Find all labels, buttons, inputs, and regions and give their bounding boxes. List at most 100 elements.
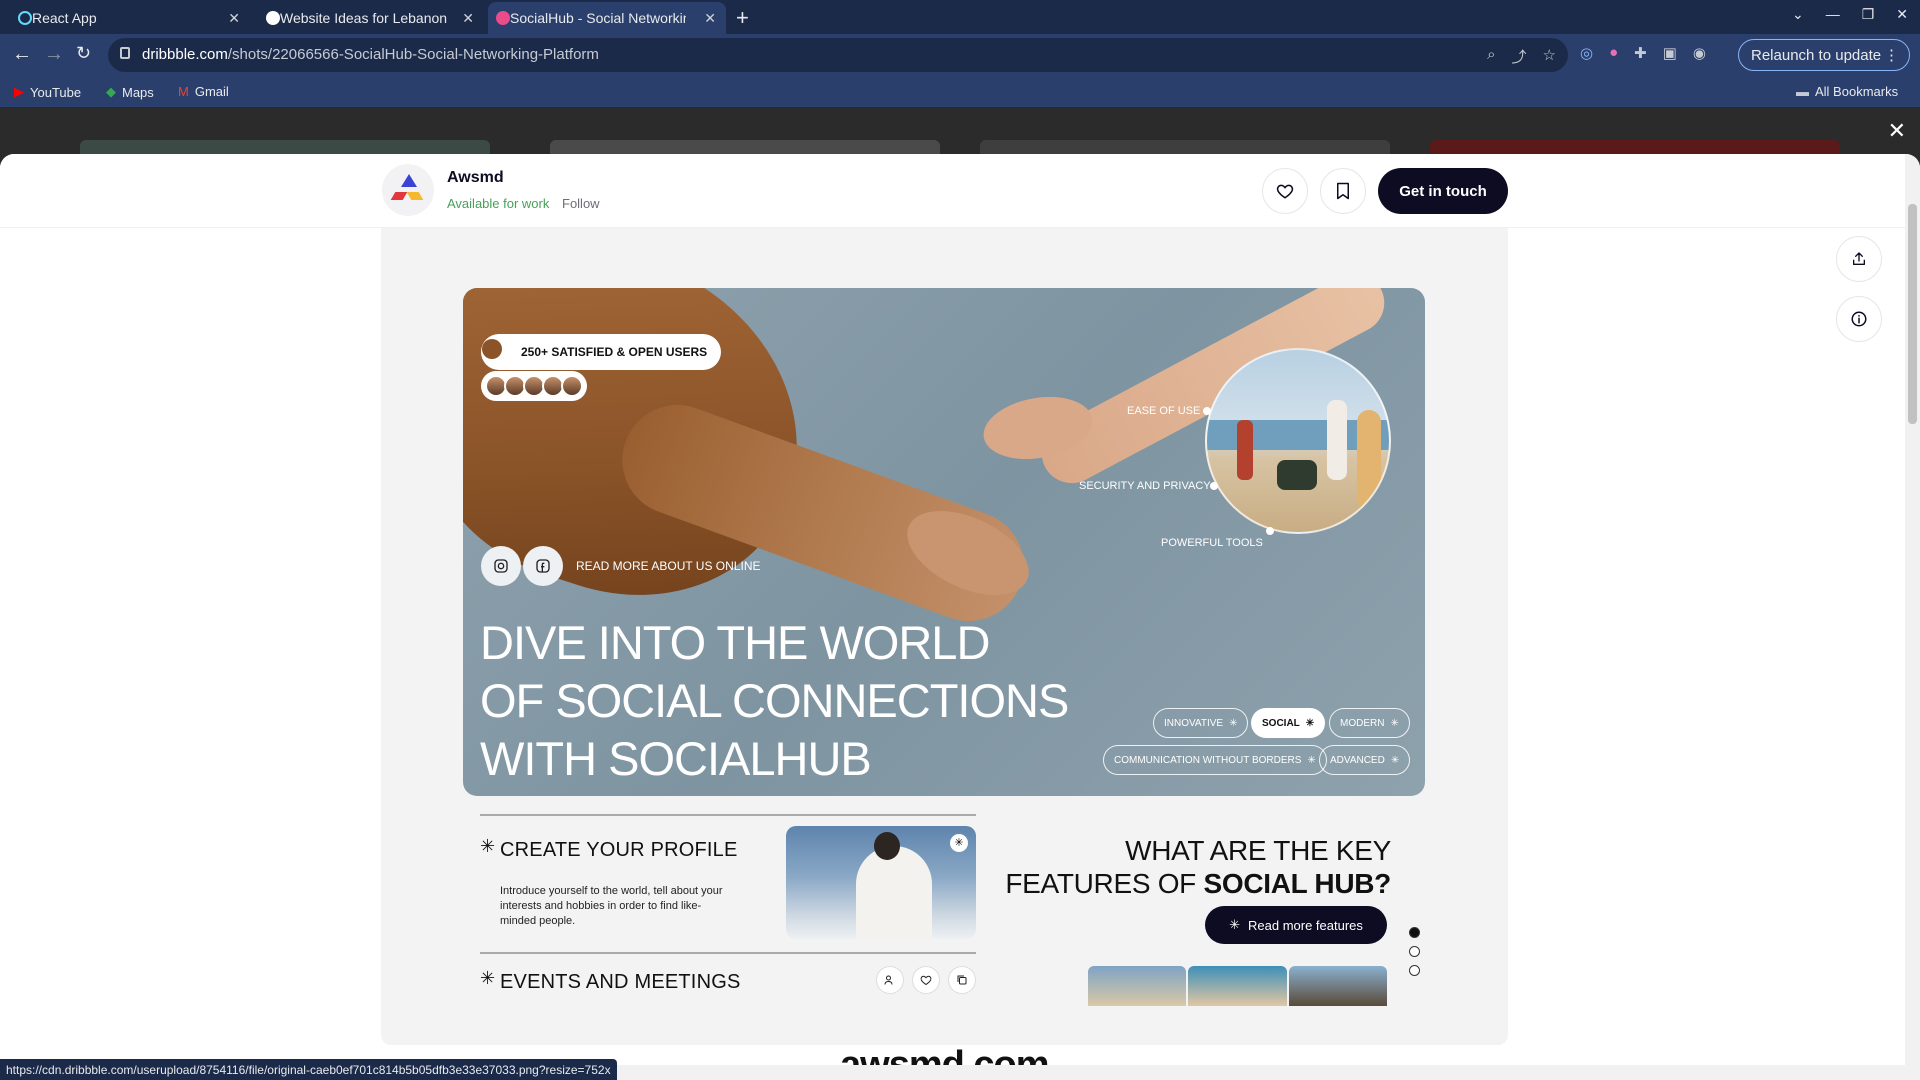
close-icon[interactable]: ✕ <box>704 10 716 27</box>
read-more-online-link: READ MORE ABOUT US ONLINE <box>576 559 761 573</box>
close-icon[interactable]: ✕ <box>228 10 240 27</box>
omnibox-actions: ⌕ ⤴ ☆ <box>1487 46 1556 67</box>
maps-icon: ◆ <box>106 84 116 99</box>
address-bar[interactable]: dribbble.com/shots/22066566-SocialHub-So… <box>108 38 1568 72</box>
star-icon[interactable]: ☆ <box>1543 46 1556 67</box>
asterisk-icon: ✳ <box>1307 754 1316 766</box>
close-window-icon[interactable]: ✕ <box>1896 6 1908 23</box>
asterisk-icon: ✳ <box>1229 917 1240 932</box>
avatar[interactable] <box>382 164 434 216</box>
forward-icon[interactable]: → <box>44 43 64 66</box>
restore-icon[interactable]: ❐ <box>1862 6 1875 23</box>
thumbnail <box>1188 966 1287 1006</box>
avatar <box>561 375 583 397</box>
bookmark-gmail[interactable]: M Gmail <box>178 84 229 99</box>
more-icon[interactable]: ⋮ <box>1884 46 1899 64</box>
scroll-thumb[interactable] <box>1908 204 1917 424</box>
extension-circle-icon[interactable]: ◎ <box>1580 44 1593 62</box>
lock-icon <box>120 47 130 59</box>
openai-icon <box>266 11 280 25</box>
zoom-icon[interactable]: ⌕ <box>1487 46 1495 67</box>
logo-red-bar <box>390 192 408 200</box>
asterisk-icon: ✳ <box>1305 717 1315 729</box>
status-bar-url: https://cdn.dribbble.com/userupload/8754… <box>0 1059 617 1080</box>
youtube-icon: ▶ <box>14 84 24 99</box>
feature-title: CREATE YOUR PROFILE <box>500 839 738 861</box>
tab-react-app[interactable]: React App ✕ <box>10 2 250 34</box>
vertical-scrollbar[interactable] <box>1905 154 1920 1065</box>
chevron-down-icon[interactable]: ⌄ <box>1792 6 1804 23</box>
chip-social: SOCIAL ✳ <box>1251 708 1326 738</box>
chip-modern: MODERN ✳ <box>1329 708 1410 738</box>
reload-icon[interactable]: ↻ <box>76 43 91 64</box>
ring-dot <box>1210 482 1218 490</box>
photo-person <box>1237 420 1253 480</box>
asterisk-icon: ✳ <box>1229 717 1238 729</box>
tab-title: React App <box>32 10 97 26</box>
get-in-touch-button[interactable]: Get in touch <box>1378 168 1508 214</box>
folder-icon: ▬ <box>1796 84 1809 99</box>
share-button[interactable] <box>1836 236 1882 282</box>
shot-image: 250+ SATISFIED & OPEN USERS EASE OF USE … <box>381 214 1508 1045</box>
hero-section: 250+ SATISFIED & OPEN USERS EASE OF USE … <box>463 288 1425 796</box>
divider <box>480 952 976 954</box>
share-icon[interactable]: ⤴ <box>1512 46 1527 67</box>
gmail-icon: M <box>178 84 189 99</box>
ring-dot <box>1203 407 1211 415</box>
asterisk-icon: ✳ <box>1390 717 1399 729</box>
ring-label: EASE OF USE <box>1127 405 1201 417</box>
follow-button[interactable]: Follow <box>562 196 600 211</box>
hero-title-line: DIVE INTO THE WORLD <box>480 616 990 669</box>
new-tab-button[interactable]: + <box>736 5 749 31</box>
copy-icon <box>948 966 976 994</box>
carousel-dots <box>1409 927 1420 976</box>
puzzle-icon[interactable]: ✚ <box>1634 44 1647 62</box>
bookmark-youtube[interactable]: ▶ YouTube <box>14 84 81 100</box>
photo-person <box>856 846 932 939</box>
url-text[interactable]: dribbble.com/shots/22066566-SocialHub-So… <box>142 46 599 63</box>
chip-innovative: INNOVATIVE ✳ <box>1153 708 1249 738</box>
minimize-icon[interactable]: — <box>1826 6 1840 23</box>
like-button[interactable] <box>1262 168 1308 214</box>
react-icon <box>18 11 32 25</box>
back-icon[interactable]: ← <box>12 43 32 66</box>
feature-description: Introduce yourself to the world, tell ab… <box>500 885 723 927</box>
bookmark-icon <box>1337 182 1349 200</box>
hero-title: DIVE INTO THE WORLD OF SOCIAL CONNECTION… <box>480 614 1069 788</box>
side-actions <box>1836 236 1882 342</box>
chip-advanced: ADVANCED ✳ <box>1319 745 1411 775</box>
profile-avatar[interactable]: ◉ <box>1693 44 1706 62</box>
bookmark-maps[interactable]: ◆ Maps <box>106 84 154 100</box>
photo-person <box>1327 400 1347 480</box>
profile-photo: ✳ <box>786 826 976 939</box>
sidepanel-icon[interactable]: ▣ <box>1663 44 1677 62</box>
feature-title: EVENTS AND MEETINGS <box>500 971 741 993</box>
key-features-title: WHAT ARE THE KEY FEATURES OF SOCIAL HUB? <box>1005 835 1391 899</box>
extension-video-icon[interactable]: ● <box>1609 44 1618 62</box>
chip-communication: COMMUNICATION WITHOUT BORDERS ✳ <box>1103 745 1327 775</box>
carousel-dot <box>1409 965 1420 976</box>
asterisk-icon: ✳ <box>1390 754 1400 766</box>
info-button[interactable] <box>1836 296 1882 342</box>
save-button[interactable] <box>1320 168 1366 214</box>
instagram-icon <box>481 546 521 586</box>
carousel-dot <box>1409 946 1420 957</box>
author-name[interactable]: Awsmd <box>447 169 504 187</box>
ring-label: POWERFUL TOOLS <box>1161 537 1263 549</box>
close-icon[interactable]: ✕ <box>462 10 474 27</box>
relaunch-button[interactable]: Relaunch to update ⋮ <box>1738 39 1910 71</box>
beach-photo <box>1205 348 1391 534</box>
bookmarks-bar: ▶ YouTube ◆ Maps M Gmail ▬ All Bookmarks <box>0 76 1920 108</box>
footer-heading: awsmd.com <box>840 1044 1050 1065</box>
all-bookmarks[interactable]: ▬ All Bookmarks <box>1796 84 1898 99</box>
tab-socialhub[interactable]: SocialHub - Social Networkin ✕ <box>488 2 726 34</box>
heart-icon <box>1276 184 1294 199</box>
extensions-area: ◎ ● ✚ ▣ ◉ <box>1580 44 1706 62</box>
tab-website-ideas[interactable]: Website Ideas for Lebanon ✕ <box>258 2 484 34</box>
logo-yellow-bar <box>406 192 424 200</box>
close-modal-icon[interactable]: ✕ <box>1888 118 1906 144</box>
read-more-features-button: ✳ Read more features <box>1205 906 1387 944</box>
photo-surfboard <box>1357 410 1381 510</box>
ring-dot <box>1266 527 1274 535</box>
tab-title: SocialHub - Social Networkin <box>510 10 686 26</box>
